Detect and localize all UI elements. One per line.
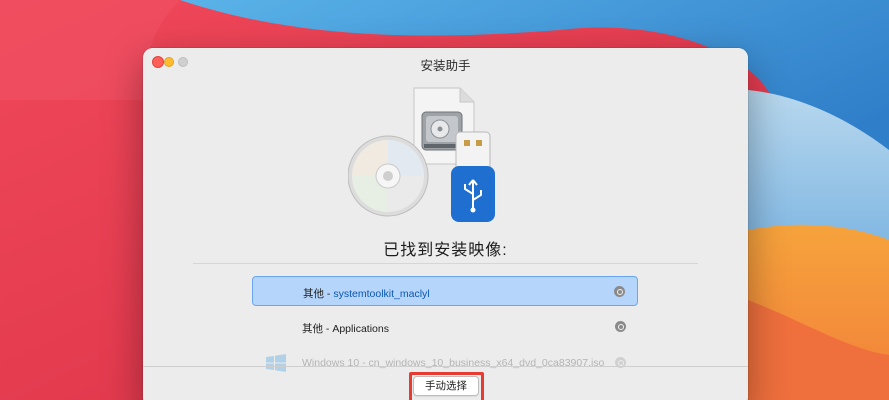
cd-disc-icon [348,135,429,217]
install-media-illustration [348,87,495,222]
list-item-label: Windows 10 - cn_windows_10_business_x64_… [302,357,604,369]
titlebar: 安装助手 [143,48,748,76]
windows-logo-icon [266,354,286,372]
found-images-heading: 已找到安装映像: [383,242,508,259]
list-item[interactable]: 其他 - Applications [252,312,638,342]
list-item-name: cn_windows_10_business_x64_dvd_0ca83907.… [368,357,605,369]
list-item-separator: - [359,357,369,369]
list-item-label: 其他 - Applications [302,321,389,336]
annotation-highlight-box [409,372,484,400]
list-item-prefix: Windows 10 [302,357,360,369]
list-item-name: Applications [332,323,389,335]
window-title: 安装助手 [420,59,471,73]
magnifier-icon[interactable] [615,321,626,332]
list-item-prefix: 其他 [302,323,323,335]
list-item-label: 其他 - systemtoolkit_maclyl [303,286,430,301]
installer-window: 安装助手 已找到安装映像: 其他 - systemtoolkit_maclyl … [143,48,748,400]
list-item-separator: - [323,323,333,335]
magnifier-icon[interactable] [614,286,625,297]
list-item[interactable]: 其他 - systemtoolkit_maclyl [252,276,638,306]
divider [193,263,698,264]
list-item-name: systemtoolkit_maclyl [333,288,430,300]
list-item-prefix: 其他 [303,288,324,300]
list-item-separator: - [324,288,334,300]
list-item[interactable]: Windows 10 - cn_windows_10_business_x64_… [252,348,638,372]
footer-divider [143,366,748,367]
install-image-list[interactable]: 其他 - systemtoolkit_maclyl 其他 - Applicati… [252,276,638,372]
usb-drive-icon [451,131,495,222]
